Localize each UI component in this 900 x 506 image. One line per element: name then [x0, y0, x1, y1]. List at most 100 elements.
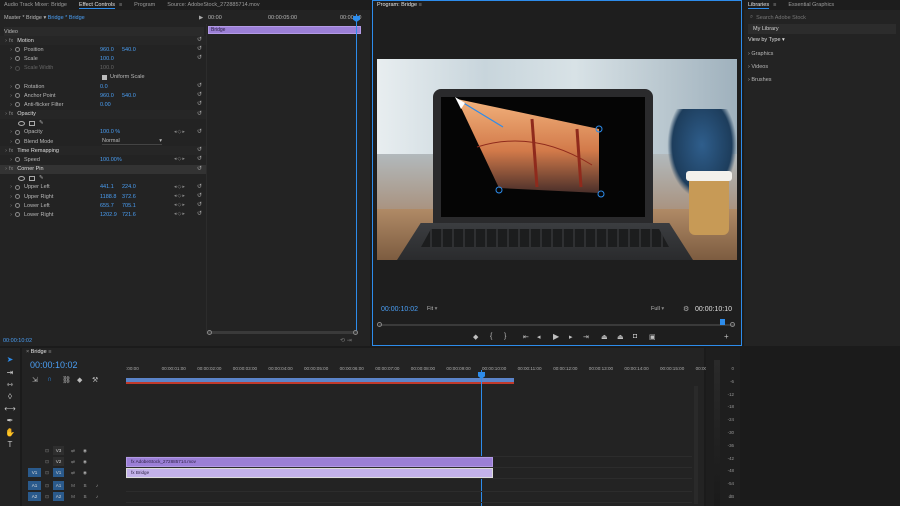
- lift-icon[interactable]: ⏏: [601, 333, 608, 341]
- chevron-right-icon[interactable]: ›: [8, 102, 14, 108]
- clip-adobestock[interactable]: fx AdobeStock_272885714.mov: [126, 457, 493, 467]
- library-select[interactable]: My Library: [748, 24, 896, 34]
- keyframe-nav-icon[interactable]: ◂◇▸: [174, 156, 186, 162]
- solo-button[interactable]: S: [80, 481, 90, 490]
- reset-icon[interactable]: ↺: [197, 36, 202, 43]
- reset-icon[interactable]: ↺: [197, 100, 202, 107]
- fx-toggle-icon[interactable]: fx: [9, 38, 13, 44]
- nest-icon[interactable]: ⇲: [32, 376, 38, 384]
- property-value-1[interactable]: 0.00: [100, 102, 122, 108]
- mark-in-icon[interactable]: {: [490, 333, 492, 340]
- hand-tool-icon[interactable]: ✋: [4, 427, 16, 438]
- camera-icon[interactable]: ◘: [633, 333, 637, 340]
- fx-toggle-icon[interactable]: fx: [9, 148, 13, 154]
- chevron-right-icon[interactable]: ›: [8, 129, 14, 135]
- sync-lock-icon[interactable]: ⇄: [68, 446, 78, 455]
- chevron-right-icon[interactable]: ›: [8, 56, 14, 62]
- program-tab[interactable]: Program: Bridge ≡: [377, 2, 422, 8]
- track-name[interactable]: A1: [53, 481, 64, 490]
- reset-icon[interactable]: ↺: [197, 128, 202, 135]
- ripple-edit-tool-icon[interactable]: ⇿: [4, 379, 16, 390]
- clip-bridge-nest[interactable]: fx Bridge: [126, 468, 493, 478]
- property-value-2[interactable]: 372.6: [122, 194, 142, 200]
- property-value-1[interactable]: 655.7: [100, 203, 122, 209]
- tab-audio-track-mixer[interactable]: Audio Track Mixer: Bridge: [4, 2, 67, 8]
- sync-lock-icon[interactable]: ⇄: [68, 468, 78, 477]
- timeline-scrollbar[interactable]: [694, 386, 698, 504]
- source-patch[interactable]: [28, 457, 41, 466]
- chevron-right-icon[interactable]: ›: [8, 194, 14, 200]
- keyframe-nav-icon[interactable]: ◂◇▸: [174, 184, 186, 190]
- source-patch[interactable]: [28, 446, 41, 455]
- reset-icon[interactable]: ↺: [197, 192, 202, 199]
- eye-icon[interactable]: ◉: [80, 446, 90, 455]
- stopwatch-icon[interactable]: [15, 47, 20, 53]
- chevron-right-icon[interactable]: ›: [8, 139, 14, 145]
- tab-source[interactable]: Source: AdobeStock_272885714.mov: [167, 2, 259, 8]
- keyframe-nav-icon[interactable]: ◂◇▸: [174, 129, 186, 135]
- ellipse-mask-icon[interactable]: [18, 120, 25, 126]
- panel-menu-icon[interactable]: ≡: [48, 349, 51, 355]
- linked-selection-icon[interactable]: ⛓: [62, 376, 71, 384]
- program-playhead[interactable]: [720, 319, 725, 325]
- property-value-1[interactable]: 441.1: [100, 184, 122, 190]
- eye-icon[interactable]: ◉: [80, 468, 90, 477]
- wrench-icon[interactable]: ⚙: [683, 305, 689, 313]
- stopwatch-icon[interactable]: [15, 65, 20, 71]
- property-value-2[interactable]: 721.6: [122, 212, 142, 218]
- source-patch[interactable]: V1: [28, 468, 41, 477]
- program-timecode[interactable]: 00:00:10:02: [381, 306, 418, 313]
- lock-icon[interactable]: ⊡: [42, 446, 52, 455]
- property-value-1[interactable]: 100.00%: [100, 157, 122, 163]
- group-brushes[interactable]: › Brushes: [748, 77, 772, 83]
- marker-icon[interactable]: ◆: [77, 376, 82, 384]
- timeline-ruler[interactable]: :00:00 00:00:01:00 00:00:02:00 00:00:03:00 0…: [126, 366, 711, 378]
- stopwatch-icon[interactable]: [15, 102, 20, 108]
- rectangle-mask-icon[interactable]: [29, 175, 35, 181]
- corner-pin-handle[interactable]: [597, 190, 605, 198]
- timeline-timecode[interactable]: 00:00:10:02: [30, 360, 78, 370]
- ec-scrollbar[interactable]: [208, 331, 358, 334]
- reset-icon[interactable]: ↺: [197, 210, 202, 217]
- track-select-tool-icon[interactable]: ⇥: [4, 367, 16, 378]
- stopwatch-icon[interactable]: [15, 139, 20, 144]
- tab-effect-controls[interactable]: Effect Controls: [78, 2, 115, 9]
- tab-program[interactable]: Program: [134, 2, 155, 8]
- breadcrumb-sequence[interactable]: Bridge * Bridge: [48, 15, 85, 21]
- mute-button[interactable]: M: [68, 481, 78, 490]
- reset-icon[interactable]: ↺: [197, 91, 202, 98]
- stopwatch-icon[interactable]: [15, 157, 20, 163]
- mini-clip-bridge[interactable]: Bridge: [208, 26, 361, 34]
- play-only-icon[interactable]: ▶: [199, 15, 203, 21]
- snap-icon[interactable]: ∩: [47, 376, 52, 383]
- resolution-dropdown[interactable]: Full ▾: [651, 306, 664, 312]
- reset-icon[interactable]: ↺: [197, 45, 202, 52]
- microphone-icon[interactable]: ♪: [92, 481, 102, 490]
- property-value-1[interactable]: 1202.9: [100, 212, 122, 218]
- solo-button[interactable]: S: [80, 492, 90, 501]
- source-patch[interactable]: A2: [28, 492, 41, 501]
- view-by-dropdown[interactable]: View by Type ▾: [748, 37, 785, 43]
- slip-tool-icon[interactable]: ⟷: [4, 403, 16, 414]
- property-value-2[interactable]: 540.0: [122, 93, 142, 99]
- property-value-2[interactable]: 705.1: [122, 203, 142, 209]
- video-frame[interactable]: [377, 59, 737, 260]
- lock-icon[interactable]: ⊡: [42, 492, 52, 501]
- selection-tool-icon[interactable]: ➤: [4, 354, 16, 365]
- chevron-right-icon[interactable]: ›: [8, 212, 14, 218]
- property-value-1[interactable]: 100.0: [100, 65, 122, 71]
- tab-libraries[interactable]: Libraries: [748, 2, 770, 9]
- keyframe-nav-icon[interactable]: ◂◇▸: [174, 193, 186, 199]
- wrench-icon[interactable]: ⚒: [92, 376, 98, 384]
- mute-button[interactable]: M: [68, 492, 78, 501]
- chevron-right-icon[interactable]: ›: [8, 203, 14, 209]
- uniform-scale-checkbox[interactable]: [102, 74, 107, 80]
- scrub-handle-left[interactable]: [377, 322, 382, 327]
- go-to-in-icon[interactable]: ⇤: [523, 333, 529, 341]
- scroll-handle-left[interactable]: [207, 330, 212, 335]
- fx-toggle-icon[interactable]: fx: [9, 166, 13, 172]
- property-value-1[interactable]: 100.0: [100, 56, 122, 62]
- chevron-right-icon[interactable]: ›: [8, 157, 14, 163]
- reset-icon[interactable]: ↺: [197, 146, 202, 153]
- program-scrubber[interactable]: [379, 324, 734, 326]
